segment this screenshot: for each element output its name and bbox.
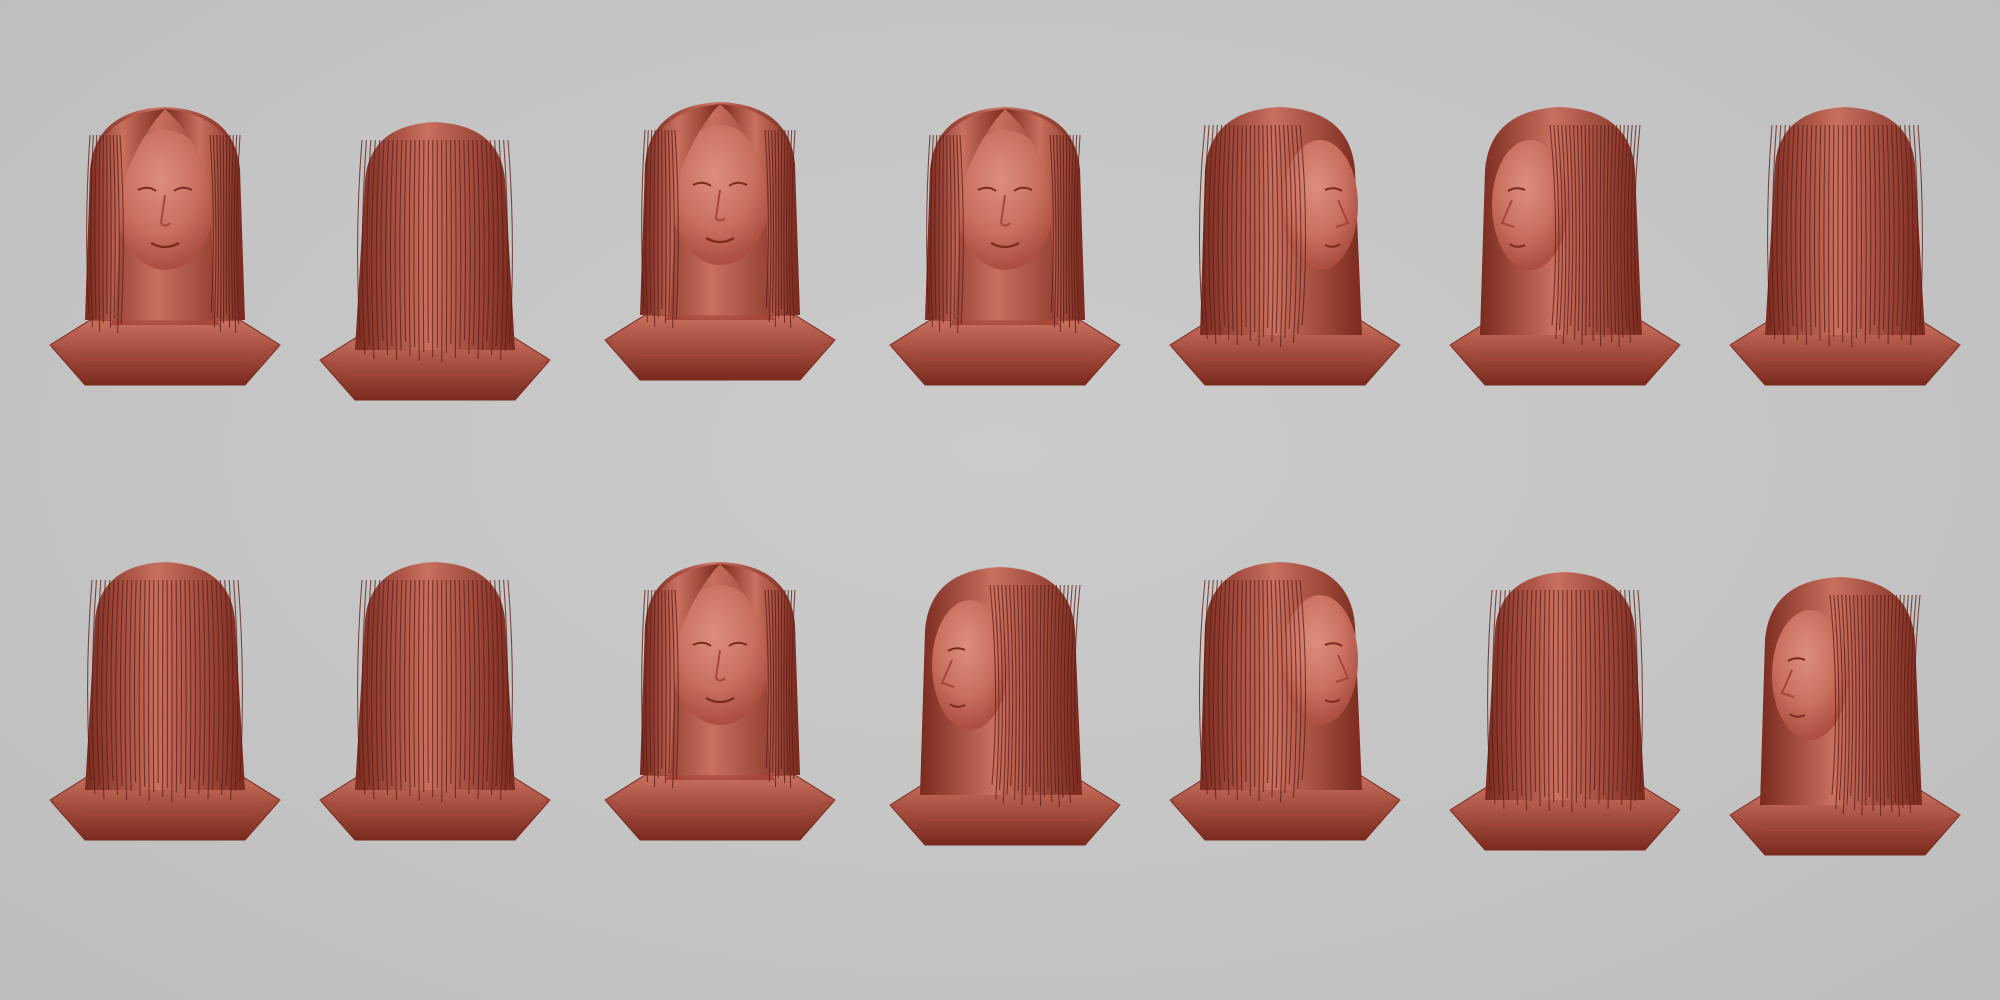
bust-figure — [1449, 107, 1681, 386]
bust-front-graphic — [889, 107, 1121, 386]
bust-view-10 — [585, 550, 855, 950]
bust-figure — [604, 102, 836, 381]
bust-figure — [49, 107, 281, 386]
bust-figure — [1449, 572, 1681, 851]
bust-back-graphic — [1449, 572, 1681, 851]
bust-figure — [889, 567, 1121, 846]
bust-view-2 — [300, 110, 570, 510]
bust-view-12 — [1150, 550, 1420, 950]
bust-view-3 — [585, 90, 855, 490]
bust-figure — [319, 122, 551, 401]
face-profile — [1282, 595, 1358, 725]
bust-three-quarter-graphic — [1169, 107, 1401, 386]
bust-back-graphic — [1729, 107, 1961, 386]
bust-figure — [604, 562, 836, 841]
bust-view-1 — [30, 95, 300, 495]
bust-figure — [1729, 107, 1961, 386]
bust-view-4 — [870, 95, 1140, 495]
bust-pedestal — [889, 319, 1121, 386]
bust-figure — [889, 107, 1121, 386]
bust-figure — [1169, 107, 1401, 386]
bust-three-quarter-graphic — [1729, 577, 1961, 856]
bust-figure — [319, 562, 551, 841]
bust-pedestal — [604, 774, 836, 841]
bust-view-9 — [300, 550, 570, 950]
bust-front-graphic — [604, 102, 836, 381]
bust-front-graphic — [49, 107, 281, 386]
bust-three-quarter-graphic — [1449, 107, 1681, 386]
bust-view-13 — [1430, 560, 1700, 960]
bust-figure — [1729, 577, 1961, 856]
bust-view-6 — [1430, 95, 1700, 495]
bust-view-8 — [30, 550, 300, 950]
bust-view-5 — [1150, 95, 1420, 495]
bust-back-graphic — [49, 562, 281, 841]
bust-pedestal — [604, 314, 836, 381]
bust-front-graphic — [604, 562, 836, 841]
bust-figure — [49, 562, 281, 841]
bust-view-14 — [1710, 565, 1980, 965]
viewport-canvas — [0, 0, 2000, 1000]
bust-pedestal — [49, 319, 281, 386]
bust-side-graphic — [319, 122, 551, 401]
bust-back-graphic — [319, 562, 551, 841]
bust-three-quarter-graphic — [1169, 562, 1401, 841]
bust-view-11 — [870, 555, 1140, 955]
bust-view-7 — [1710, 95, 1980, 495]
face-profile — [1282, 140, 1358, 270]
bust-three-quarter-graphic — [889, 567, 1121, 846]
bust-figure — [1169, 562, 1401, 841]
